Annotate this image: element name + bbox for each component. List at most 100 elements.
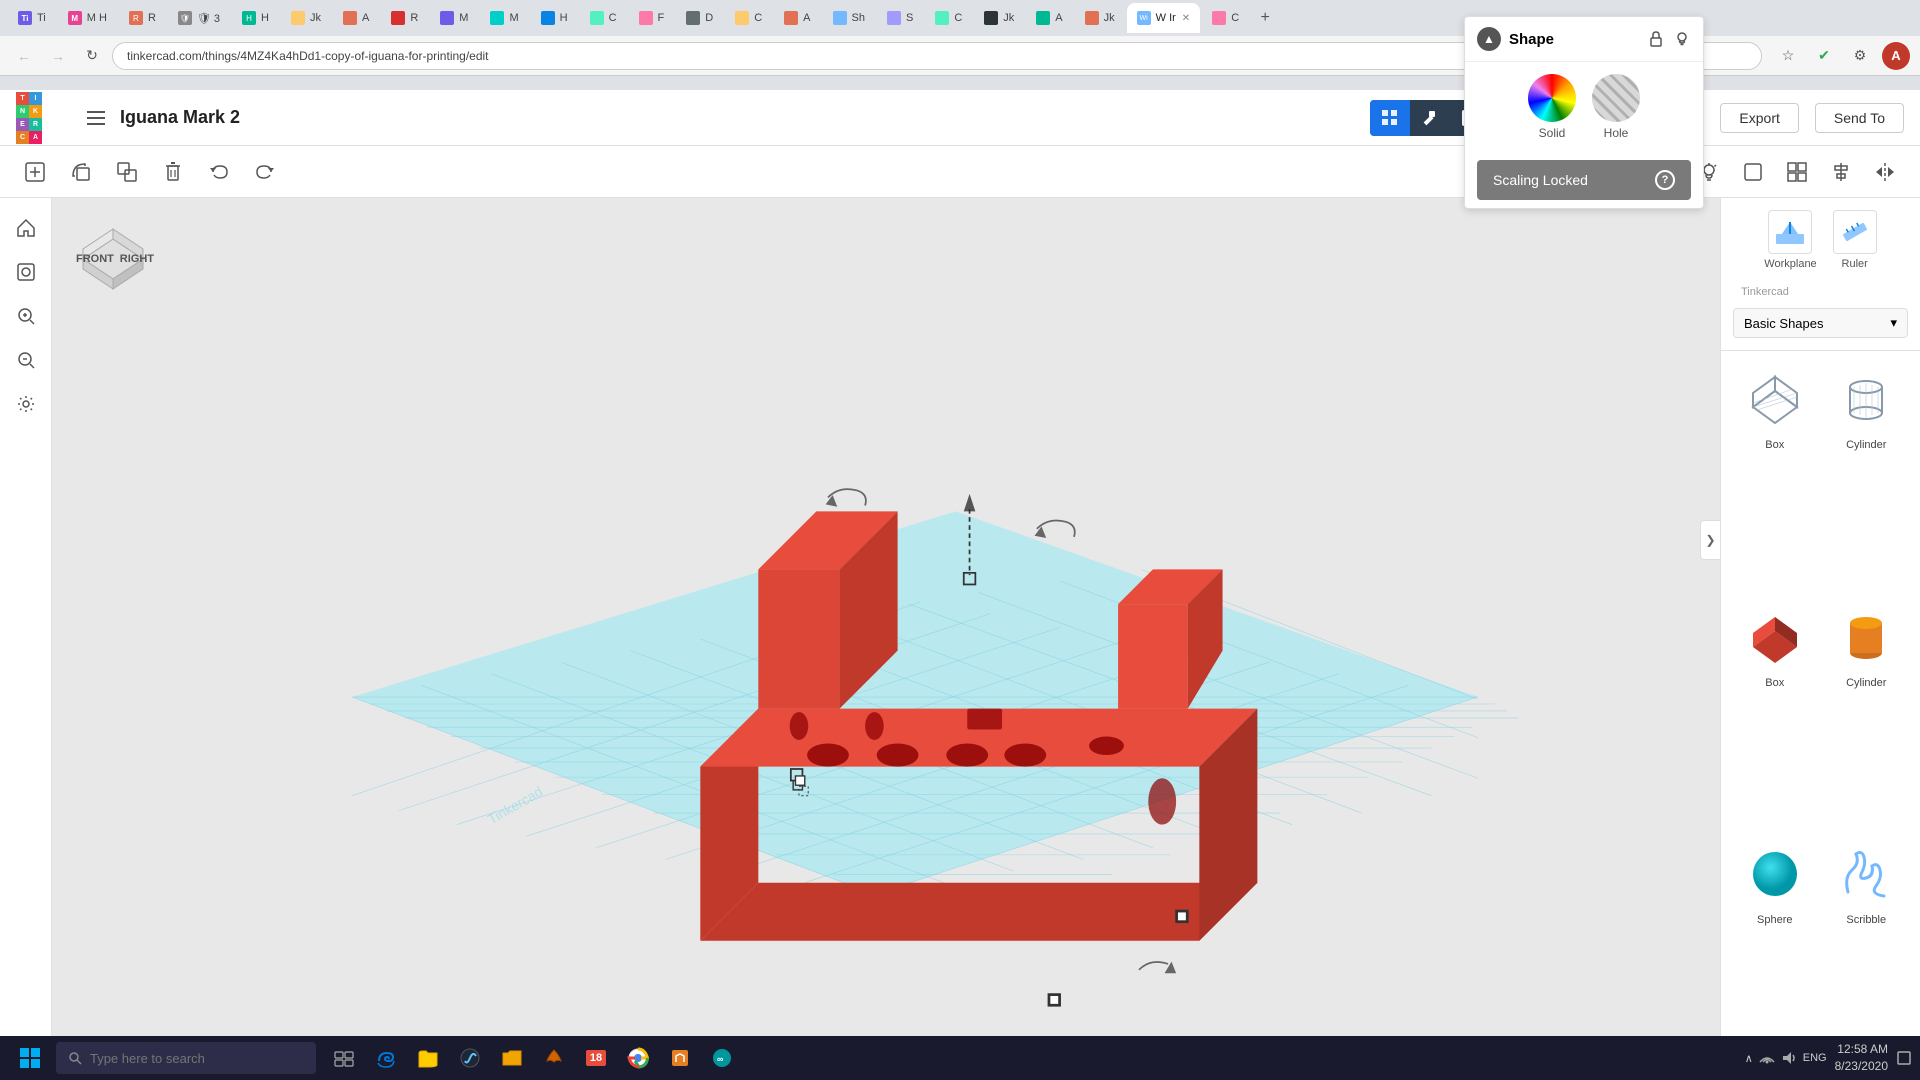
tab-c2[interactable]: C bbox=[725, 3, 772, 33]
home-button[interactable] bbox=[8, 210, 44, 246]
tab-jk3[interactable]: Jk bbox=[1075, 3, 1125, 33]
tab-f[interactable]: F bbox=[629, 3, 675, 33]
fit-view-button[interactable] bbox=[8, 254, 44, 290]
panel-expand-button[interactable]: ❯ bbox=[1700, 520, 1720, 560]
notification-icon[interactable] bbox=[1896, 1050, 1912, 1066]
send-to-button[interactable]: Send To bbox=[1815, 103, 1904, 133]
tab-jk1[interactable]: Jk bbox=[281, 3, 331, 33]
hammer-view-button[interactable] bbox=[1410, 100, 1450, 136]
app-container: T I N K E R C A Iguana Mark 2 bbox=[0, 90, 1920, 1080]
extensions-button[interactable]: ✔ bbox=[1810, 42, 1838, 70]
shape-item-solid-box[interactable]: Box bbox=[1733, 601, 1817, 831]
delete-button[interactable] bbox=[154, 153, 192, 191]
workplane-button[interactable]: Workplane bbox=[1764, 210, 1816, 270]
duplicate-button[interactable] bbox=[108, 153, 146, 191]
menu-button[interactable] bbox=[80, 102, 112, 134]
wire-cylinder-label: Cylinder bbox=[1846, 439, 1886, 451]
shape-tool-button[interactable] bbox=[1734, 153, 1772, 191]
zoom-in-button[interactable] bbox=[8, 298, 44, 334]
arduino-icon: ∞ bbox=[711, 1047, 733, 1069]
redo-button[interactable] bbox=[246, 153, 284, 191]
mirror-icon bbox=[1874, 161, 1896, 183]
new-shape-button[interactable] bbox=[16, 153, 54, 191]
align-button[interactable] bbox=[1822, 153, 1860, 191]
hammer-icon bbox=[1421, 109, 1439, 127]
shapes-category-dropdown[interactable]: Basic Shapes ▾ bbox=[1733, 308, 1908, 338]
tab-a1[interactable]: A bbox=[333, 3, 379, 33]
taskbar-right: ∧ ENG 12:58 AM 8/23/2020 bbox=[1745, 1041, 1912, 1075]
taskbar-app-edge[interactable] bbox=[366, 1040, 406, 1076]
new-tab-button[interactable]: + bbox=[1251, 4, 1279, 32]
taskbar-app-arduino[interactable]: ∞ bbox=[702, 1040, 742, 1076]
tab-m2[interactable]: M bbox=[430, 3, 478, 33]
undo-button[interactable] bbox=[200, 153, 238, 191]
taskbar-search-input[interactable] bbox=[90, 1051, 290, 1066]
back-button[interactable]: ← bbox=[10, 42, 38, 70]
copy-button[interactable] bbox=[62, 153, 100, 191]
zoom-out-button[interactable] bbox=[8, 342, 44, 378]
logo-k: K bbox=[29, 105, 42, 118]
export-button[interactable]: Export bbox=[1720, 103, 1798, 133]
taskbar-app-files[interactable] bbox=[408, 1040, 448, 1076]
settings-button[interactable] bbox=[8, 386, 44, 422]
taskbar-app-chrome[interactable] bbox=[618, 1040, 658, 1076]
tab-c3[interactable]: C bbox=[925, 3, 972, 33]
tab-r[interactable]: R R bbox=[119, 3, 166, 33]
profile-avatar[interactable]: A bbox=[1882, 42, 1910, 70]
tab-m3[interactable]: M bbox=[480, 3, 528, 33]
tab-c4[interactable]: C bbox=[1202, 3, 1249, 33]
taskbar-app-18[interactable]: 18 bbox=[576, 1040, 616, 1076]
shape-item-sphere[interactable]: Sphere bbox=[1733, 838, 1817, 1068]
tab-jk2[interactable]: Jk bbox=[974, 3, 1024, 33]
tab-shield[interactable]: 🛡 🛡 3 bbox=[168, 3, 230, 33]
tab-sh[interactable]: Sh bbox=[823, 3, 875, 33]
main-area: Tinkercad FRONT RIGHT Edit Grid bbox=[0, 198, 1920, 1080]
logo-c: C bbox=[16, 131, 29, 144]
taskbar-app-steam[interactable] bbox=[450, 1040, 490, 1076]
wire-box-icon bbox=[1739, 363, 1811, 435]
taskbar-search[interactable] bbox=[56, 1042, 316, 1074]
tab-r2[interactable]: R bbox=[381, 3, 428, 33]
ruler-button[interactable]: Ruler bbox=[1833, 210, 1877, 270]
grid-view-button[interactable] bbox=[1370, 100, 1410, 136]
tray-expand[interactable]: ∧ bbox=[1745, 1052, 1753, 1065]
logo-i: I bbox=[29, 92, 42, 105]
taskbar-app-folder[interactable] bbox=[492, 1040, 532, 1076]
tab-h2[interactable]: H bbox=[531, 3, 578, 33]
tab-h1[interactable]: H H bbox=[232, 3, 279, 33]
tab-a2[interactable]: A bbox=[774, 3, 820, 33]
group-icon bbox=[1786, 161, 1808, 183]
right-panel-top: Workplane Ruler bbox=[1721, 198, 1920, 351]
tab-d[interactable]: D bbox=[676, 3, 723, 33]
logo-t: T bbox=[16, 92, 29, 105]
start-button[interactable] bbox=[8, 1040, 52, 1076]
taskbar-app-taskview[interactable] bbox=[324, 1040, 364, 1076]
tinkercad-logo[interactable]: T I N K E R C A bbox=[16, 92, 68, 144]
sphere-icon bbox=[1739, 838, 1811, 910]
tab-c1[interactable]: C bbox=[580, 3, 627, 33]
bookmark-button[interactable]: ☆ bbox=[1774, 42, 1802, 70]
tab-close[interactable]: ✕ bbox=[1182, 13, 1190, 24]
taskbar-app-hawk[interactable] bbox=[534, 1040, 574, 1076]
reload-button[interactable]: ↻ bbox=[78, 42, 106, 70]
shape-item-solid-cylinder[interactable]: Cylinder bbox=[1825, 601, 1909, 831]
forward-button[interactable]: → bbox=[44, 42, 72, 70]
taskbar-app-orange[interactable] bbox=[660, 1040, 700, 1076]
shape-item-wire-box[interactable]: Box bbox=[1733, 363, 1817, 593]
cube-right-label: RIGHT bbox=[120, 253, 154, 265]
tab-ti[interactable]: Ti Ti bbox=[8, 3, 56, 33]
shape-item-scribble[interactable]: Scribble bbox=[1825, 838, 1909, 1068]
mirror-button[interactable] bbox=[1866, 153, 1904, 191]
taskbar-date-text: 8/23/2020 bbox=[1835, 1058, 1888, 1075]
tab-wir[interactable]: Wi W Ir ✕ bbox=[1127, 3, 1201, 33]
shape-item-wire-cylinder[interactable]: Cylinder bbox=[1825, 363, 1909, 593]
group-button[interactable] bbox=[1778, 153, 1816, 191]
canvas-area[interactable]: Tinkercad FRONT RIGHT Edit Grid bbox=[52, 198, 1720, 1080]
tab-m1[interactable]: M M H bbox=[58, 3, 117, 33]
tab-a3[interactable]: A bbox=[1026, 3, 1072, 33]
scaling-locked-button[interactable]: Scaling Locked ? bbox=[1477, 198, 1691, 200]
viewport-cube[interactable]: FRONT RIGHT bbox=[68, 214, 158, 304]
workplane-label: Workplane bbox=[1764, 258, 1816, 270]
tab-s[interactable]: S bbox=[877, 3, 923, 33]
settings-nav-button[interactable]: ⚙ bbox=[1846, 42, 1874, 70]
